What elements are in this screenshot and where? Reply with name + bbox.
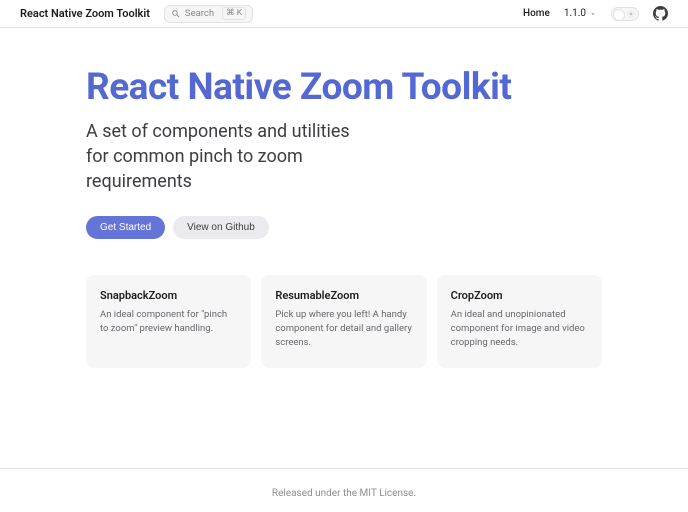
feature-title: ResumableZoom bbox=[275, 289, 412, 302]
nav-right: Home 1.1.0 bbox=[523, 6, 668, 21]
site-title[interactable]: React Native Zoom Toolkit bbox=[20, 7, 150, 20]
footer-text: Released under the MIT License. bbox=[272, 488, 416, 499]
feature-desc: An ideal and unopinionated component for… bbox=[451, 308, 588, 349]
feature-desc: An ideal component for "pinch to zoom" p… bbox=[100, 308, 237, 336]
version-select[interactable]: 1.1.0 bbox=[564, 8, 597, 19]
hero-title: React Native Zoom Toolkit bbox=[86, 68, 602, 109]
search-icon bbox=[171, 9, 181, 19]
view-github-button[interactable]: View on Github bbox=[173, 216, 269, 239]
hero: React Native Zoom Toolkit A set of compo… bbox=[0, 28, 688, 239]
version-label: 1.1.0 bbox=[564, 8, 586, 19]
search-shortcut: ⌘ K bbox=[222, 7, 246, 20]
feature-desc: Pick up where you left! A handy componen… bbox=[275, 308, 412, 349]
feature-card-snapback: SnapbackZoom An ideal component for "pin… bbox=[86, 275, 251, 367]
feature-title: SnapbackZoom bbox=[100, 289, 237, 302]
github-icon[interactable] bbox=[653, 6, 668, 21]
feature-card-crop: CropZoom An ideal and unopinionated comp… bbox=[437, 275, 602, 367]
feature-title: CropZoom bbox=[451, 289, 588, 302]
feature-card-resumable: ResumableZoom Pick up where you left! A … bbox=[261, 275, 426, 367]
hero-buttons: Get Started View on Github bbox=[86, 216, 602, 239]
nav-home[interactable]: Home bbox=[523, 8, 550, 19]
features: SnapbackZoom An ideal component for "pin… bbox=[0, 239, 688, 367]
chevron-down-icon bbox=[589, 10, 597, 18]
sun-icon bbox=[627, 10, 635, 18]
theme-toggle[interactable] bbox=[611, 7, 639, 21]
search-box[interactable]: Search ⌘ K bbox=[164, 5, 253, 23]
get-started-button[interactable]: Get Started bbox=[86, 216, 165, 239]
search-placeholder: Search bbox=[185, 8, 214, 19]
hero-subtitle: A set of components and utilities for co… bbox=[86, 119, 366, 195]
header: React Native Zoom Toolkit Search ⌘ K Hom… bbox=[0, 0, 688, 28]
footer: Released under the MIT License. bbox=[0, 468, 688, 512]
